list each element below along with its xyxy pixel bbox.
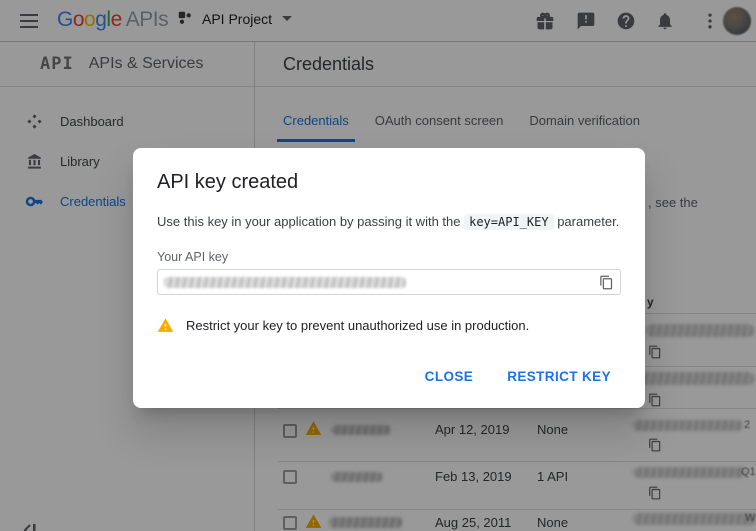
redacted-api-key-value (164, 277, 406, 288)
dialog-actions: CLOSE RESTRICT KEY (157, 360, 621, 393)
copy-icon[interactable] (599, 275, 614, 290)
warning-text: Restrict your key to prevent unauthorize… (186, 317, 529, 334)
api-key-created-dialog: API key created Use this key in your app… (133, 148, 645, 408)
body-text: parameter. (554, 214, 620, 229)
api-key-field[interactable] (157, 269, 621, 295)
restrict-key-button[interactable]: RESTRICT KEY (497, 360, 621, 393)
restriction-warning: Restrict your key to prevent unauthorize… (157, 317, 621, 334)
code-chip: key=API_KEY (464, 214, 553, 230)
body-text: Use this key in your application by pass… (157, 214, 464, 229)
warning-icon (157, 317, 174, 334)
api-key-field-label: Your API key (157, 250, 621, 264)
close-button[interactable]: CLOSE (415, 360, 484, 393)
dialog-body: Use this key in your application by pass… (157, 214, 621, 230)
app-window: GoogleAPIs API Project API APIs & Servic… (0, 0, 756, 531)
dialog-title: API key created (157, 170, 621, 194)
